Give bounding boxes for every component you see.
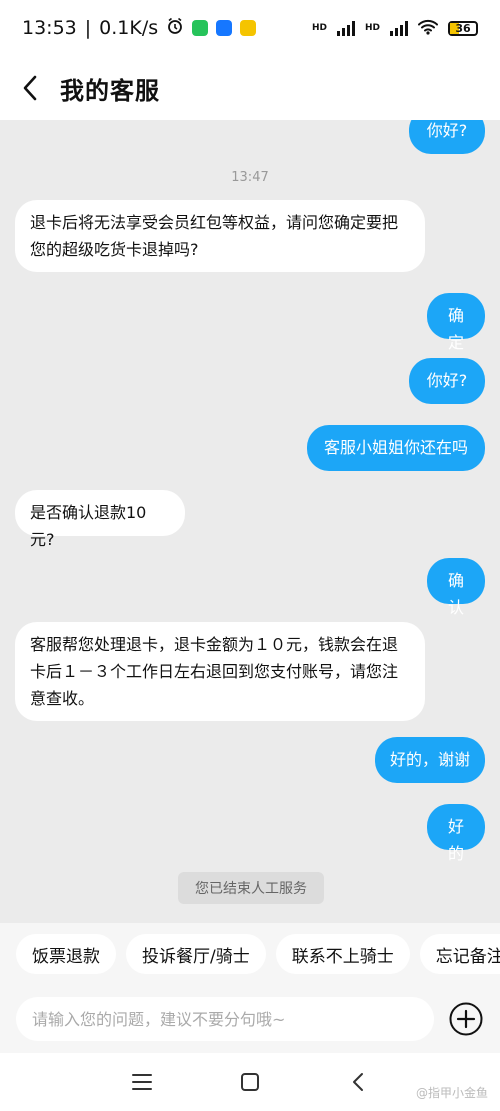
taobao-icon <box>240 20 257 36</box>
network-label-2: HD <box>364 23 380 33</box>
back-nav-button[interactable] <box>304 1053 412 1111</box>
system-nav-bar: @指甲小金鱼 <box>0 1053 500 1111</box>
quick-reply-chip[interactable]: 忘记备注 <box>419 934 500 974</box>
message-timestamp: 13:47 <box>231 170 269 185</box>
menu-nav-button[interactable] <box>88 1053 196 1111</box>
status-bar-left: 13:53 | 0.1K/s <box>22 17 257 40</box>
network-speed: 0.1K/s <box>99 17 159 39</box>
quick-reply-chip[interactable]: 投诉餐厅/骑士 <box>126 934 266 974</box>
app-header: 我的客服 <box>0 56 500 120</box>
signal-icon-2 <box>390 20 408 36</box>
message-bubble: 好的 <box>427 804 485 863</box>
status-time: 13:53 <box>22 17 77 39</box>
signal-icon-1 <box>336 20 355 36</box>
status-bar: 13:53 | 0.1K/s HD HD 36 <box>0 0 500 56</box>
message-input[interactable] <box>16 997 434 1041</box>
message-bubble: 退卡后将无法享受会员红包等权益，请问您确定要把您的超级吃货卡退掉吗? <box>15 200 425 272</box>
message-bubble: 确认 <box>427 558 485 617</box>
message-bubble: 客服小姐姐你还在吗 <box>307 425 485 471</box>
quick-reply-chip[interactable]: 饭票退款 <box>16 934 116 974</box>
wifi-icon <box>418 19 438 38</box>
chat-area[interactable]: 你好? 13:47 退卡后将无法享受会员红包等权益，请问您确定要把您的超级吃货卡… <box>0 120 500 923</box>
home-square-icon <box>241 1073 259 1091</box>
message-bubble: 客服帮您处理退卡，退卡金额为１０元，钱款会在退卡后１－３个工作日左右退回到您支付… <box>15 622 425 721</box>
add-button[interactable] <box>448 1001 484 1037</box>
alarm-icon <box>166 17 184 40</box>
quick-reply-chip[interactable]: 联系不上骑士 <box>275 934 410 974</box>
plus-circle-icon <box>449 1002 483 1036</box>
status-separator: | <box>84 17 92 39</box>
message-bubble: 确定 <box>427 293 485 352</box>
back-arrow-icon <box>23 75 37 101</box>
message-bubble: 是否确认退款10元? <box>15 490 185 549</box>
status-bar-right: HD HD 36 <box>312 19 478 38</box>
home-nav-button[interactable] <box>196 1053 304 1111</box>
quick-reply-bar: 饭票退款 投诉餐厅/骑士 联系不上骑士 忘记备注 <box>0 923 500 985</box>
battery-icon: 36 <box>448 20 478 36</box>
back-chevron-icon <box>353 1073 363 1091</box>
battery-level: 36 <box>455 21 471 35</box>
system-notice: 您已结束人工服务 <box>178 872 324 904</box>
alipay-icon <box>216 20 233 36</box>
input-bar <box>0 985 500 1053</box>
message-bubble: 你好? <box>409 358 485 404</box>
watermark: @指甲小金鱼 <box>415 1086 488 1100</box>
page-title: 我的客服 <box>60 76 160 105</box>
message-bubble: 好的，谢谢 <box>375 737 485 783</box>
wechat-icon <box>192 20 209 36</box>
back-button[interactable] <box>0 56 60 120</box>
message-bubble: 你好? <box>409 120 485 154</box>
menu-icon <box>132 1074 152 1090</box>
network-label-1: HD <box>311 23 327 33</box>
